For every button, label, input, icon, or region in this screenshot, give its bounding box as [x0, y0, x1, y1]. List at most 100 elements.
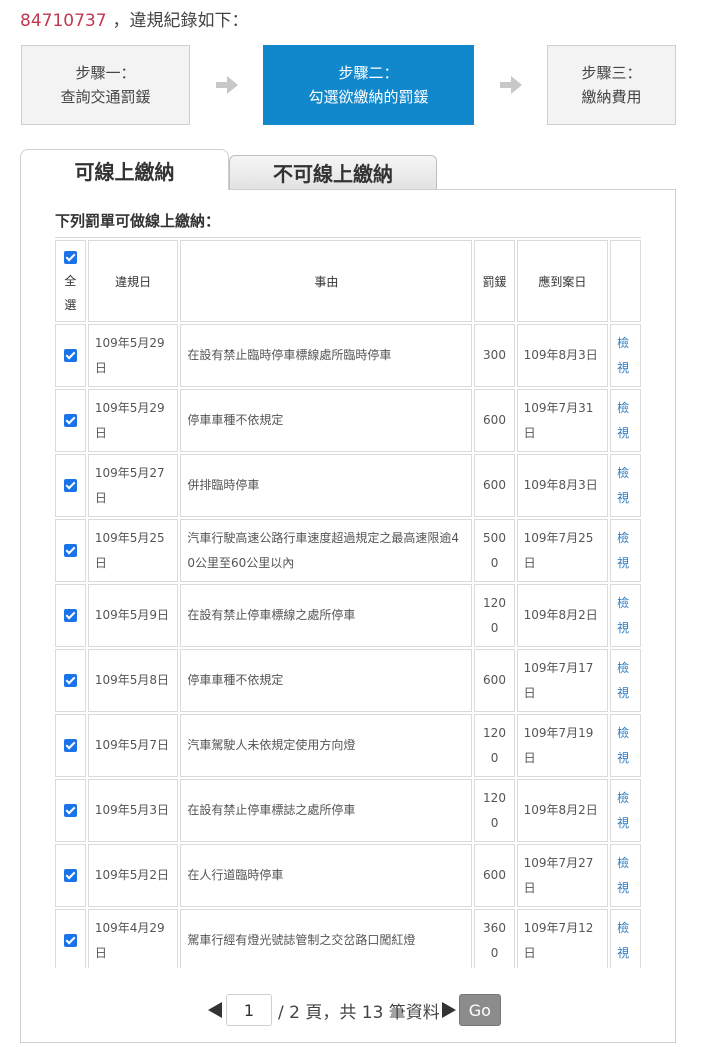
cell-reason: 停車車種不依規定 [180, 649, 473, 712]
table-row: 109年5月2日 在人行道臨時停車 600 109年7月27日 檢視 [55, 844, 641, 907]
view-link[interactable]: 檢視 [610, 909, 641, 968]
cell-date: 109年5月27日 [87, 454, 179, 517]
view-link[interactable]: 檢視 [610, 389, 641, 452]
select-all-header[interactable]: 全 選 [55, 240, 86, 322]
cell-fine: 3600 [474, 909, 515, 968]
cell-reason: 駕車行經有燈光號誌管制之交岔路口闖紅燈 [180, 909, 473, 968]
online-payable-panel: 下列罰單可做線上繳納： 全 選 違規日 事由 罰鍰 應到案日 109年5月29日… [20, 189, 676, 1043]
cell-date: 109年5月9日 [87, 584, 179, 647]
row-checkbox[interactable] [63, 739, 77, 752]
cell-fine: 600 [474, 844, 515, 907]
table-row: 109年5月9日 在設有禁止停車標線之處所停車 1200 109年8月2日 檢視 [55, 584, 641, 647]
row-checkbox[interactable] [63, 674, 77, 687]
pagination: / 2 頁，共 13 筆資料 Go [208, 993, 501, 1027]
cell-due: 109年7月17日 [516, 649, 609, 712]
plate-number: 84710737 [20, 11, 107, 31]
step-2-line2: 勾選欲繳納的罰鍰 [308, 88, 429, 106]
header-line: 84710737 ，違規紀錄如下： [20, 6, 249, 36]
cell-due: 109年8月3日 [516, 324, 609, 387]
cell-reason: 停車車種不依規定 [180, 389, 473, 452]
select-all-label-1: 全 [64, 274, 77, 288]
header-view [610, 240, 641, 322]
view-link[interactable]: 檢視 [610, 779, 641, 842]
cell-date: 109年5月3日 [87, 779, 179, 842]
view-link[interactable]: 檢視 [610, 844, 641, 907]
view-link[interactable]: 檢視 [610, 649, 641, 712]
step-2-line1: 步驟二： [338, 64, 399, 82]
cell-date: 109年5月29日 [87, 389, 179, 452]
next-page-icon[interactable] [441, 1002, 456, 1018]
step-3-line1: 步驟三： [581, 64, 642, 82]
view-link[interactable]: 檢視 [610, 324, 641, 387]
view-link[interactable]: 檢視 [610, 714, 641, 777]
select-all-checkbox[interactable] [63, 251, 77, 264]
cell-fine: 5000 [474, 519, 515, 582]
row-checkbox[interactable] [63, 869, 77, 882]
view-link[interactable]: 檢視 [610, 454, 641, 517]
step-arrow-icon [216, 76, 238, 94]
tab-not-online-payable[interactable]: 不可線上繳納 [229, 155, 437, 189]
header-date: 違規日 [87, 240, 179, 322]
cell-due: 109年8月2日 [516, 584, 609, 647]
step-3: 步驟三： 繳納費用 [547, 45, 676, 125]
header-text: ，違規紀錄如下： [112, 11, 249, 31]
cell-due: 109年7月19日 [516, 714, 609, 777]
row-checkbox[interactable] [63, 479, 77, 492]
select-all-label-2: 選 [64, 298, 77, 312]
step-1: 步驟一： 查詢交通罰鍰 [21, 45, 190, 125]
view-link[interactable]: 檢視 [610, 584, 641, 647]
cell-reason: 在人行道臨時停車 [180, 844, 473, 907]
table-row: 109年5月27日 併排臨時停車 600 109年8月3日 檢視 [55, 454, 641, 517]
cell-fine: 600 [474, 454, 515, 517]
row-checkbox[interactable] [63, 804, 77, 817]
table-row: 109年5月29日 在設有禁止臨時停車標線處所臨時停車 300 109年8月3日… [55, 324, 641, 387]
tab-online-payable[interactable]: 可線上繳納 [20, 149, 229, 190]
view-link[interactable]: 檢視 [610, 519, 641, 582]
cell-date: 109年5月29日 [87, 324, 179, 387]
cell-fine: 1200 [474, 779, 515, 842]
cell-reason: 在設有禁止停車標誌之處所停車 [180, 779, 473, 842]
go-button[interactable]: Go [458, 994, 501, 1026]
cell-reason: 汽車駕駛人未依規定使用方向燈 [180, 714, 473, 777]
row-checkbox[interactable] [63, 349, 77, 362]
step-1-line2: 查詢交通罰鍰 [60, 88, 151, 106]
row-checkbox[interactable] [63, 609, 77, 622]
row-checkbox[interactable] [63, 544, 77, 557]
table-row: 109年5月25日 汽車行駛高速公路行車速度超過規定之最高速限逾40公里至60公… [55, 519, 641, 582]
cell-fine: 1200 [474, 584, 515, 647]
cell-due: 109年8月3日 [516, 454, 609, 517]
step-3-line2: 繳納費用 [581, 88, 642, 106]
cell-date: 109年5月25日 [87, 519, 179, 582]
table-header-row: 全 選 違規日 事由 罰鍰 應到案日 [55, 240, 641, 322]
pagination-text: / 2 頁，共 13 筆資料 [278, 1002, 440, 1023]
step-1-line1: 步驟一： [75, 64, 136, 82]
cell-reason: 在設有禁止臨時停車標線處所臨時停車 [180, 324, 473, 387]
prev-page-icon[interactable] [208, 1002, 222, 1018]
header-due: 應到案日 [516, 240, 609, 322]
ticket-table: 全 選 違規日 事由 罰鍰 應到案日 109年5月29日 在設有禁止臨時停車標線… [55, 238, 641, 968]
table-row: 109年5月7日 汽車駕駛人未依規定使用方向燈 1200 109年7月19日 檢… [55, 714, 641, 777]
cell-fine: 600 [474, 389, 515, 452]
row-checkbox[interactable] [63, 414, 77, 427]
cell-reason: 併排臨時停車 [180, 454, 473, 517]
page-number-input[interactable] [226, 994, 272, 1026]
cell-date: 109年5月2日 [87, 844, 179, 907]
cell-due: 109年7月25日 [516, 519, 609, 582]
cell-fine: 600 [474, 649, 515, 712]
cell-reason: 汽車行駛高速公路行車速度超過規定之最高速限逾40公里至60公里以內 [180, 519, 473, 582]
cell-due: 109年7月12日 [516, 909, 609, 968]
panel-title: 下列罰單可做線上繳納： [55, 212, 221, 230]
cell-due: 109年7月31日 [516, 389, 609, 452]
cell-date: 109年5月8日 [87, 649, 179, 712]
step-arrow-icon [500, 76, 522, 94]
cell-due: 109年7月27日 [516, 844, 609, 907]
cell-fine: 1200 [474, 714, 515, 777]
cell-due: 109年8月2日 [516, 779, 609, 842]
table-row: 109年5月8日 停車車種不依規定 600 109年7月17日 檢視 [55, 649, 641, 712]
cell-fine: 300 [474, 324, 515, 387]
table-row: 109年5月3日 在設有禁止停車標誌之處所停車 1200 109年8月2日 檢視 [55, 779, 641, 842]
cell-reason: 在設有禁止停車標線之處所停車 [180, 584, 473, 647]
header-reason: 事由 [180, 240, 473, 322]
cell-date: 109年4月29日 [87, 909, 179, 968]
row-checkbox[interactable] [63, 934, 77, 947]
